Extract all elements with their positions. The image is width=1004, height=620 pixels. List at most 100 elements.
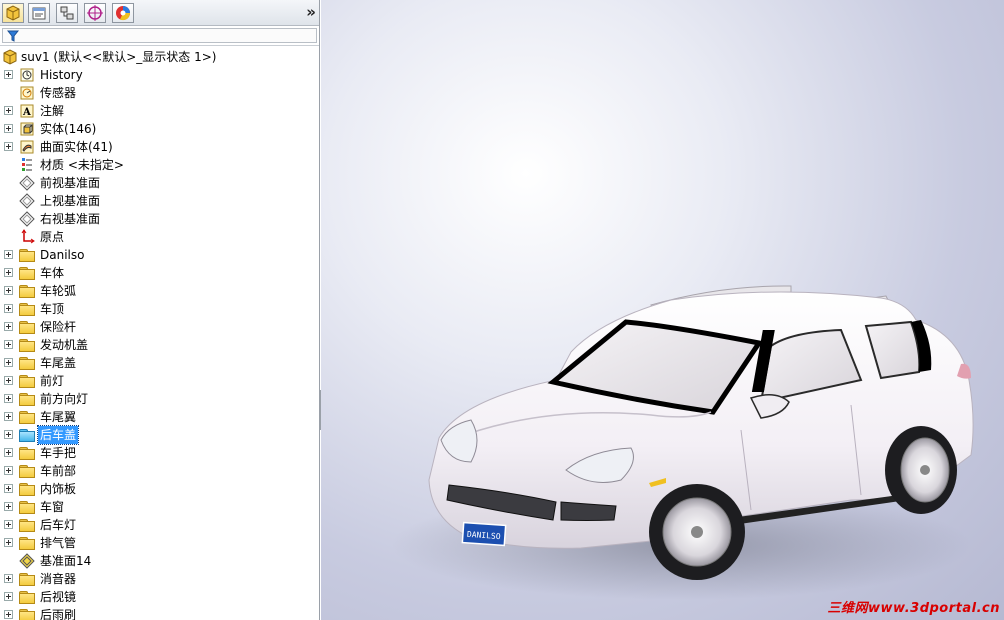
expand-toggle-icon[interactable] bbox=[4, 340, 13, 349]
tree-item-label: 保险杆 bbox=[40, 320, 77, 334]
tree-item[interactable]: 前方向灯 bbox=[0, 390, 318, 408]
tree-item[interactable]: 前视基准面 bbox=[0, 174, 318, 192]
tree-item[interactable]: 车前部 bbox=[0, 462, 318, 480]
tree-item[interactable]: 车窗 bbox=[0, 498, 318, 516]
history-icon bbox=[19, 67, 35, 83]
tree-item[interactable]: 后车盖 bbox=[0, 425, 318, 445]
expand-toggle-icon[interactable] bbox=[4, 268, 13, 277]
folder-icon bbox=[19, 393, 35, 406]
tree-item-label: 后视镜 bbox=[40, 590, 77, 604]
expand-toggle-icon[interactable] bbox=[4, 412, 13, 421]
folder-icon bbox=[19, 537, 35, 550]
tree-item[interactable]: 上视基准面 bbox=[0, 192, 318, 210]
expand-toggle-icon[interactable] bbox=[4, 484, 13, 493]
tree-item-label: 后车盖 bbox=[36, 425, 80, 445]
tree-item[interactable]: 车尾盖 bbox=[0, 354, 318, 372]
expand-toggle-icon[interactable] bbox=[4, 448, 13, 457]
tree-item-label: 注解 bbox=[40, 104, 65, 118]
expand-toggle-icon[interactable] bbox=[4, 430, 13, 439]
tree-item[interactable]: 传感器 bbox=[0, 84, 318, 102]
expand-toggle-icon[interactable] bbox=[4, 538, 13, 547]
tree-item[interactable]: History bbox=[0, 66, 318, 84]
tree-item[interactable]: 内饰板 bbox=[0, 480, 318, 498]
surface-body-icon bbox=[19, 139, 35, 155]
expand-toggle-icon[interactable] bbox=[4, 592, 13, 601]
tree-item-label: 消音器 bbox=[40, 572, 77, 586]
tree-item[interactable]: 消音器 bbox=[0, 570, 318, 588]
folder-icon bbox=[19, 519, 35, 532]
filter-input[interactable] bbox=[2, 28, 317, 43]
folder-icon bbox=[19, 501, 35, 514]
tree-item-label: History bbox=[40, 68, 83, 82]
folder-icon bbox=[19, 573, 35, 586]
dimxpert-manager-tab[interactable] bbox=[84, 3, 106, 23]
tree-item-label: 实体(146) bbox=[40, 122, 97, 136]
tree-item[interactable]: Danilso bbox=[0, 246, 318, 264]
tree-item-label: 排气管 bbox=[40, 536, 77, 550]
expand-toggle-icon[interactable] bbox=[4, 106, 13, 115]
origin-icon bbox=[19, 229, 35, 245]
tree-item[interactable]: 材质 <未指定> bbox=[0, 156, 318, 174]
tree-item-label: 车窗 bbox=[40, 500, 65, 514]
tree-item[interactable]: 右视基准面 bbox=[0, 210, 318, 228]
expand-toggle-icon[interactable] bbox=[4, 286, 13, 295]
annotation-icon: A bbox=[19, 103, 35, 119]
tree-item[interactable]: 车轮弧 bbox=[0, 282, 318, 300]
tree-item[interactable]: 前灯 bbox=[0, 372, 318, 390]
tree-item[interactable]: 车尾翼 bbox=[0, 408, 318, 426]
configuration-manager-icon bbox=[60, 6, 74, 20]
expand-toggle-icon[interactable] bbox=[4, 142, 13, 151]
tree-item[interactable]: 原点 bbox=[0, 228, 318, 246]
tree-item[interactable]: 后雨刷 bbox=[0, 606, 318, 620]
tree-item[interactable]: 基准面14 bbox=[0, 552, 318, 570]
tree-item-label: 曲面实体(41) bbox=[40, 140, 113, 154]
tree-item-label: 车体 bbox=[40, 266, 65, 280]
tree-item[interactable]: 曲面实体(41) bbox=[0, 138, 318, 156]
tree-item[interactable]: A 注解 bbox=[0, 102, 318, 120]
expand-toggle-icon[interactable] bbox=[4, 502, 13, 511]
folder-icon bbox=[19, 411, 35, 424]
tree-item-label: 内饰板 bbox=[40, 482, 77, 496]
tree-item-label: 后雨刷 bbox=[40, 608, 77, 620]
property-manager-tab[interactable] bbox=[28, 3, 50, 23]
tree-item[interactable]: 排气管 bbox=[0, 534, 318, 552]
graphics-viewport[interactable]: DANILSO 三维网www.3dportal.cn bbox=[321, 0, 1004, 620]
filter-bar bbox=[0, 27, 319, 46]
expand-toggle-icon[interactable] bbox=[4, 520, 13, 529]
panel-expand-chevron-icon[interactable]: » bbox=[306, 3, 316, 21]
feature-manager-tab[interactable] bbox=[2, 3, 24, 23]
tree-item[interactable]: 后车灯 bbox=[0, 516, 318, 534]
suv-model[interactable]: DANILSO bbox=[321, 0, 1004, 620]
watermark-text: 三维网www.3dportal.cn bbox=[827, 601, 1000, 616]
tree-item[interactable]: 车手把 bbox=[0, 444, 318, 462]
expand-toggle-icon[interactable] bbox=[4, 466, 13, 475]
expand-toggle-icon[interactable] bbox=[4, 70, 13, 79]
tree-item[interactable]: 保险杆 bbox=[0, 318, 318, 336]
configuration-manager-tab[interactable] bbox=[56, 3, 78, 23]
tree-item[interactable]: 车体 bbox=[0, 264, 318, 282]
expand-toggle-icon[interactable] bbox=[4, 574, 13, 583]
expand-toggle-icon[interactable] bbox=[4, 394, 13, 403]
expand-toggle-icon[interactable] bbox=[4, 610, 13, 619]
tree-item[interactable]: 发动机盖 bbox=[0, 336, 318, 354]
tree-item-label: 材质 <未指定> bbox=[40, 158, 124, 172]
tree-item-label: 基准面14 bbox=[40, 554, 92, 568]
front-wheel-hub bbox=[691, 526, 703, 538]
expand-toggle-icon[interactable] bbox=[4, 358, 13, 367]
tree-root-part[interactable]: suv1 (默认<<默认>_显示状态 1>) bbox=[0, 48, 318, 66]
tree-item[interactable]: 车顶 bbox=[0, 300, 318, 318]
tree-item[interactable]: 实体(146) bbox=[0, 120, 318, 138]
folder-icon bbox=[19, 267, 35, 280]
display-manager-tab[interactable] bbox=[112, 3, 134, 23]
tree-item-label: 前方向灯 bbox=[40, 392, 89, 406]
expand-toggle-icon[interactable] bbox=[4, 250, 13, 259]
tree-item[interactable]: 后视镜 bbox=[0, 588, 318, 606]
expand-toggle-icon[interactable] bbox=[4, 124, 13, 133]
property-manager-icon bbox=[32, 7, 46, 20]
expand-toggle-icon[interactable] bbox=[4, 376, 13, 385]
expand-toggle-icon[interactable] bbox=[4, 322, 13, 331]
tree-item-label: 后车灯 bbox=[40, 518, 77, 532]
folder-icon bbox=[19, 483, 35, 496]
tree-item-label: 车尾翼 bbox=[40, 410, 77, 424]
expand-toggle-icon[interactable] bbox=[4, 304, 13, 313]
